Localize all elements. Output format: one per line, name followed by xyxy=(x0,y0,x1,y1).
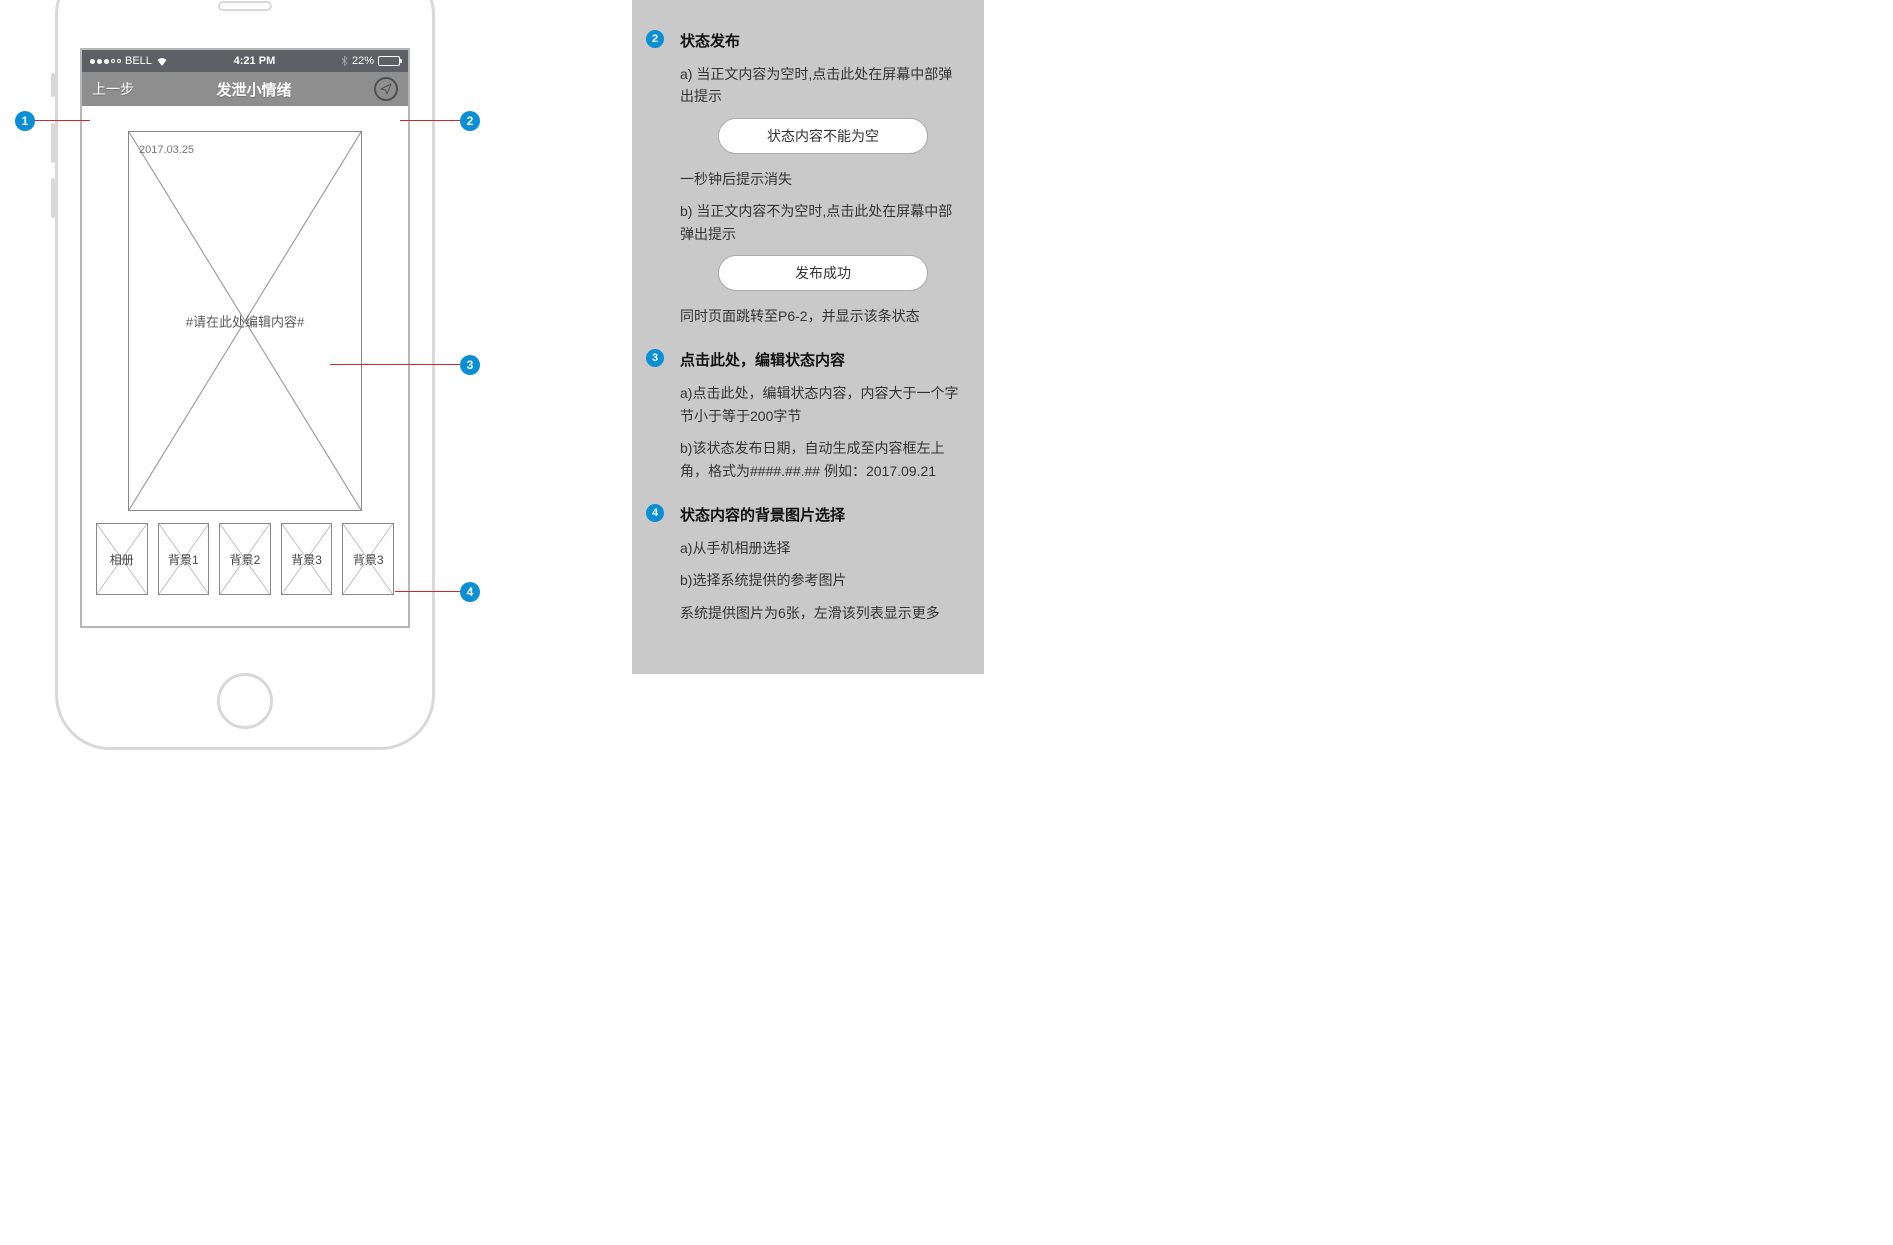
thumb-label: 相册 xyxy=(110,551,134,568)
editor-date: 2017.03.25 xyxy=(139,144,194,156)
thumb-bg3[interactable]: 背景3 xyxy=(281,523,333,595)
signal-dots-icon xyxy=(90,59,121,64)
spec-text: a)点击此处，编辑状态内容，内容大于一个字节小于等于200字节 xyxy=(680,382,966,427)
callout-marker-2: 2 xyxy=(460,111,480,131)
connector-3 xyxy=(330,364,460,365)
nav-title: 发泄小情绪 xyxy=(216,79,291,100)
spec-title: 状态内容的背景图片选择 xyxy=(680,504,966,525)
bluetooth-icon xyxy=(341,56,348,67)
callout-marker-4: 4 xyxy=(460,582,480,602)
spec-title: 点击此处，编辑状态内容 xyxy=(680,349,966,370)
phone-side-button xyxy=(51,123,55,163)
spec-panel: 2 状态发布 a) 当正文内容为空时,点击此处在屏幕中部弹出提示 状态内容不能为… xyxy=(632,0,984,674)
nav-bar: 上一步 发泄小情绪 xyxy=(82,72,408,106)
wifi-icon xyxy=(156,56,168,66)
spec-title: 状态发布 xyxy=(680,30,966,51)
callout-marker-1: 1 xyxy=(15,111,35,131)
spec-text: b) 当正文内容不为空时,点击此处在屏幕中部弹出提示 xyxy=(680,200,966,245)
thumb-label: 背景2 xyxy=(230,551,261,568)
thumb-album[interactable]: 相册 xyxy=(96,523,148,595)
connector-4 xyxy=(395,591,460,592)
spec-text: a)从手机相册选择 xyxy=(680,537,966,559)
editor-placeholder: #请在此处编辑内容# xyxy=(186,312,304,331)
spec-text: 一秒钟后提示消失 xyxy=(680,168,966,190)
spec-item-3: 3 点击此处，编辑状态内容 a)点击此处，编辑状态内容，内容大于一个字节小于等于… xyxy=(650,349,966,482)
connector-1 xyxy=(30,120,90,121)
status-time: 4:21 PM xyxy=(234,55,276,67)
spec-item-2: 2 状态发布 a) 当正文内容为空时,点击此处在屏幕中部弹出提示 状态内容不能为… xyxy=(650,30,966,327)
spec-text: b)选择系统提供的参考图片 xyxy=(680,569,966,591)
thumb-label: 背景1 xyxy=(168,551,199,568)
connector-2 xyxy=(400,120,460,121)
spec-text: b)该状态发布日期，自动生成至内容框左上角，格式为####.##.## 例如：2… xyxy=(680,437,966,482)
spec-number: 4 xyxy=(646,504,664,522)
spec-text: a) 当正文内容为空时,点击此处在屏幕中部弹出提示 xyxy=(680,63,966,108)
spec-text: 系统提供图片为6张，左滑该列表显示更多 xyxy=(680,602,966,624)
spec-number: 2 xyxy=(646,30,664,48)
thumb-bg4[interactable]: 背景3 xyxy=(342,523,394,595)
phone-screen: BELL 4:21 PM 22% 上一步 发泄小情绪 xyxy=(80,48,410,628)
battery-pct: 22% xyxy=(352,55,374,67)
thumb-bg1[interactable]: 背景1 xyxy=(158,523,210,595)
phone-speaker xyxy=(218,1,272,11)
background-picker[interactable]: 相册 背景1 背景2 背景3 背景3 xyxy=(92,523,398,595)
spec-number: 3 xyxy=(646,349,664,367)
back-button[interactable]: 上一步 xyxy=(92,79,134,99)
spec-item-4: 4 状态内容的背景图片选择 a)从手机相册选择 b)选择系统提供的参考图片 系统… xyxy=(650,504,966,624)
spec-text: 同时页面跳转至P6-2，并显示该条状态 xyxy=(680,305,966,327)
toast-preview: 状态内容不能为空 xyxy=(718,118,928,154)
phone-frame: BELL 4:21 PM 22% 上一步 发泄小情绪 xyxy=(55,0,435,750)
toast-preview: 发布成功 xyxy=(718,255,928,291)
send-button[interactable] xyxy=(374,77,398,101)
phone-side-button xyxy=(51,178,55,218)
content-editor[interactable]: 2017.03.25 #请在此处编辑内容# xyxy=(128,131,362,511)
thumb-bg2[interactable]: 背景2 xyxy=(219,523,271,595)
thumb-label: 背景3 xyxy=(291,551,322,568)
callout-marker-3: 3 xyxy=(460,355,480,375)
phone-side-button xyxy=(51,73,55,97)
thumb-label: 背景3 xyxy=(353,551,384,568)
status-bar: BELL 4:21 PM 22% xyxy=(82,50,408,72)
battery-icon xyxy=(378,56,400,66)
home-button[interactable] xyxy=(217,673,273,729)
editor-area: 2017.03.25 #请在此处编辑内容# 相册 背景1 背景2 xyxy=(82,106,408,605)
paper-plane-icon xyxy=(380,83,392,95)
carrier-label: BELL xyxy=(125,55,152,67)
